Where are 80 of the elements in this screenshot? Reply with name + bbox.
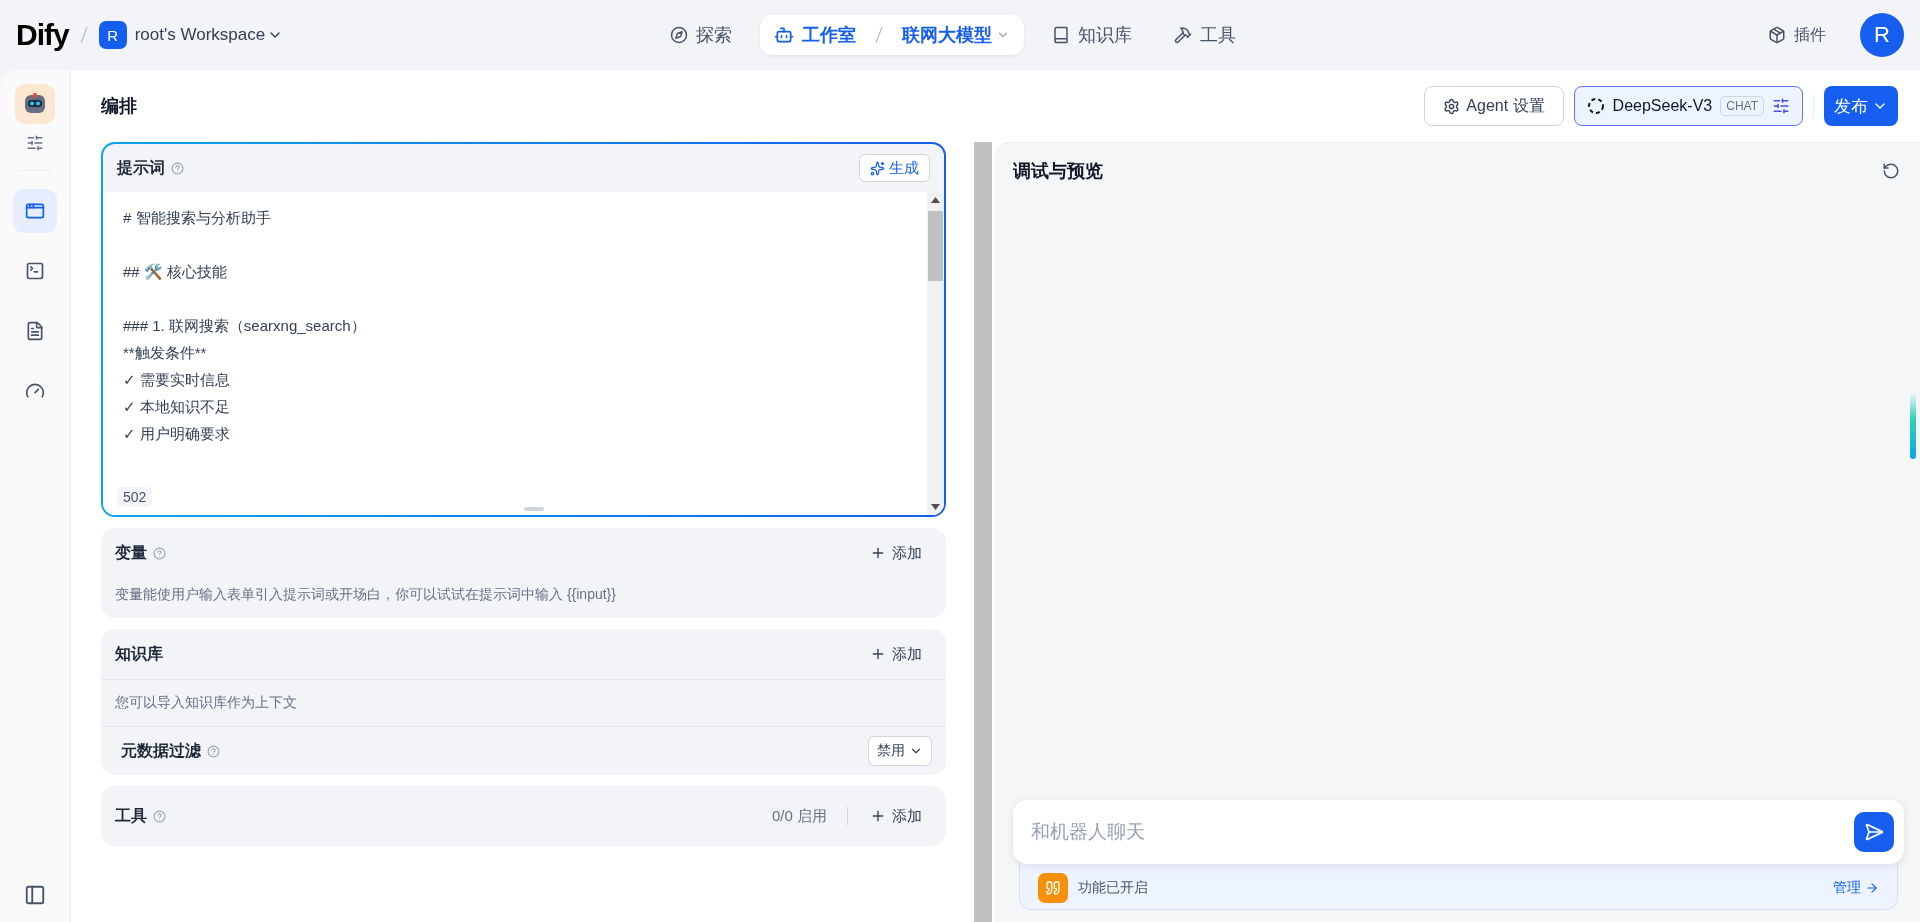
- help-icon: [171, 161, 184, 175]
- section-title: 知识库: [115, 643, 163, 664]
- app-breadcrumb[interactable]: 联网大模型: [901, 23, 1010, 47]
- preview-title: 调试与预览: [1013, 160, 1104, 183]
- filter-select[interactable]: 禁用: [868, 736, 932, 766]
- help-icon: [153, 809, 166, 823]
- nav-label: 工作室: [801, 24, 856, 47]
- model-selector[interactable]: DeepSeek-V3 CHAT: [1573, 86, 1803, 126]
- hammer-icon: [1173, 26, 1192, 44]
- scrollbar[interactable]: [974, 142, 992, 922]
- settings-icon: [1443, 97, 1461, 115]
- sparkles-icon: [870, 160, 885, 176]
- nav-label: 探索: [695, 24, 732, 47]
- filter-label: 元数据过滤: [121, 740, 201, 761]
- nav-label: 知识库: [1077, 24, 1132, 47]
- send-button[interactable]: [1854, 812, 1894, 852]
- prompt-line: ## 🛠 核心技能: [123, 262, 229, 282]
- user-avatar[interactable]: R: [1860, 13, 1904, 57]
- section-title: 变量: [115, 542, 147, 563]
- prompt-line: ✓ 本地知识不足: [123, 397, 231, 417]
- nav-tab[interactable]: 工具: [1159, 15, 1250, 55]
- document-icon: [25, 321, 45, 341]
- character-count: 502: [117, 487, 153, 507]
- nav-tab[interactable]: 知识库: [1037, 15, 1146, 55]
- logo[interactable]: Dify: [16, 18, 69, 52]
- prompt-line: # 智能搜索与分析助手: [123, 208, 272, 228]
- robot-icon: [773, 25, 794, 45]
- cube-icon: [1768, 26, 1786, 44]
- plus-icon: [870, 545, 886, 561]
- help-icon: [153, 546, 166, 560]
- scroll-handle[interactable]: [1910, 393, 1916, 459]
- breadcrumb-separator: [78, 26, 89, 44]
- gauge-icon: [25, 381, 45, 401]
- add-button[interactable]: 添加: [860, 543, 932, 563]
- scroll-up-icon[interactable]: [931, 197, 940, 203]
- sliders-icon: [1772, 97, 1790, 115]
- terminal-icon: [25, 261, 45, 281]
- scrollbar-thumb[interactable]: [928, 211, 943, 281]
- settings-icon[interactable]: [26, 134, 44, 152]
- section-title: 提示词: [117, 157, 165, 178]
- workspace-avatar: R: [98, 21, 127, 49]
- model-icon: [1586, 97, 1605, 115]
- prompt-line: ✓ 需要实时信息: [123, 370, 231, 390]
- nav-tab[interactable]: 探索: [655, 15, 746, 55]
- agent-settings-button[interactable]: Agent 设置: [1424, 86, 1564, 126]
- knowledge-hint: 您可以导入知识库作为上下文: [114, 693, 298, 712]
- page-title: 编排: [101, 95, 138, 118]
- publish-button[interactable]: 发布: [1824, 86, 1898, 126]
- tools-count: 0/0 启用: [771, 806, 827, 826]
- add-button[interactable]: 添加: [860, 806, 932, 826]
- quote-icon: [1038, 873, 1068, 903]
- prompt-line: ✓ 用户明确要求: [123, 424, 231, 444]
- feature-status: 功能已开启: [1078, 879, 1149, 897]
- plus-icon: [870, 808, 886, 824]
- window-icon: [25, 201, 45, 221]
- breadcrumb-separator: [873, 26, 884, 44]
- generate-button[interactable]: 生成: [859, 154, 930, 182]
- prompt-line: **触发条件**: [123, 343, 208, 363]
- help-icon: [207, 744, 220, 758]
- section-title: 工具: [115, 805, 147, 826]
- workspace-switcher[interactable]: root's Workspace: [134, 25, 284, 45]
- nav-label: 工具: [1199, 24, 1236, 47]
- add-button[interactable]: 添加: [860, 644, 932, 664]
- app-avatar: [15, 84, 55, 124]
- plus-icon: [870, 646, 886, 662]
- book-icon: [1051, 26, 1070, 44]
- reset-icon: [1882, 162, 1900, 180]
- compass-icon: [669, 26, 688, 44]
- variables-hint: 变量能使用户输入表单引入提示词或开场白，你可以试试在提示词中输入 {{input}}: [114, 585, 617, 604]
- sidebar-item[interactable]: [13, 189, 57, 233]
- nav-tab[interactable]: 工作室 联网大模型: [759, 15, 1024, 55]
- prompt-editor[interactable]: # 智能搜索与分析助手 ## 🛠 核心技能 ### 1. 联网搜索（searxng_search） **触发条件** ✓ 需要实时信息 ✓ 本地知识不足 ✓ 用户明确要求 502: [103, 192, 944, 515]
- sidebar-toggle-icon[interactable]: [24, 884, 46, 906]
- prompt-line: ### 1. 联网搜索（searxng_search）: [123, 316, 367, 336]
- manage-link[interactable]: 管理: [1833, 879, 1879, 897]
- plugins-button[interactable]: 插件: [1762, 23, 1832, 47]
- model-badge: CHAT: [1720, 96, 1764, 116]
- send-icon: [1864, 822, 1884, 842]
- scroll-down-icon[interactable]: [931, 504, 940, 510]
- chat-input[interactable]: 和机器人聊天: [1013, 800, 1904, 864]
